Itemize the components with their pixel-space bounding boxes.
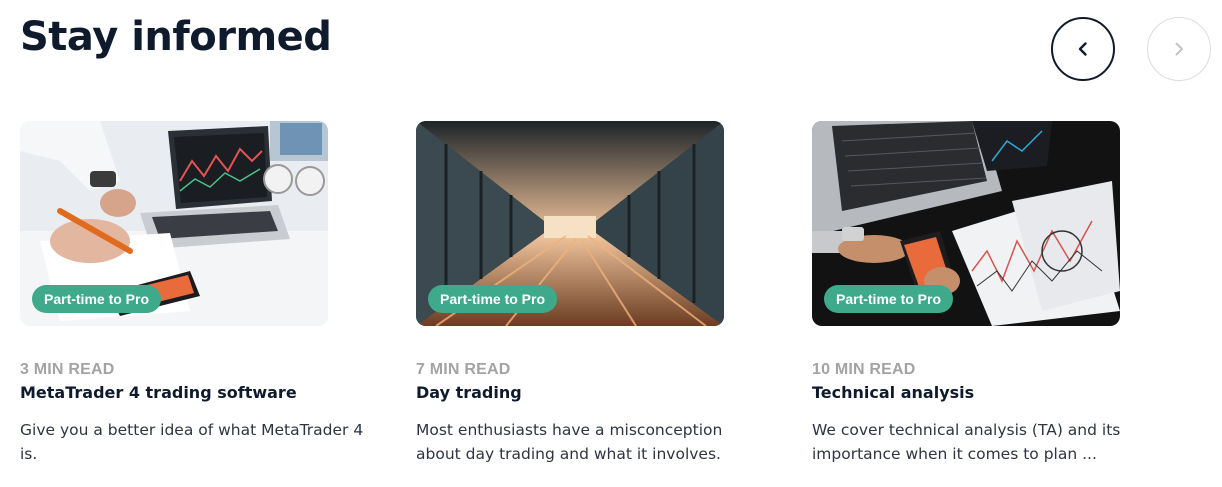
- category-tag[interactable]: Part-time to Pro: [32, 285, 162, 313]
- article-title[interactable]: Technical analysis: [812, 383, 1120, 402]
- article-title[interactable]: MetaTrader 4 trading software: [20, 383, 328, 402]
- article-thumbnail[interactable]: Part-time to Pro: [812, 121, 1120, 326]
- article-description: We cover technical analysis (TA) and its…: [812, 421, 1121, 463]
- read-time: 3 MIN READ: [20, 361, 115, 378]
- article-card-metatrader[interactable]: Part-time to Pro 3 MIN READ MetaTrader 4…: [20, 121, 363, 466]
- article-description: Most enthusiasts have a misconception ab…: [416, 421, 723, 463]
- carousel-prev-button[interactable]: [1051, 17, 1115, 81]
- page-title: Stay informed: [20, 14, 332, 60]
- article-title[interactable]: Day trading: [416, 383, 724, 402]
- article-card-technical-analysis[interactable]: Part-time to Pro 10 MIN READ Technical a…: [812, 121, 1120, 466]
- chevron-left-icon: [1078, 42, 1087, 56]
- chevron-right-icon: [1175, 42, 1183, 56]
- article-thumbnail[interactable]: Part-time to Pro: [416, 121, 724, 326]
- article-description: Give you a better idea of what MetaTrade…: [20, 421, 364, 463]
- category-tag[interactable]: Part-time to Pro: [428, 285, 558, 313]
- category-tag[interactable]: Part-time to Pro: [824, 285, 954, 313]
- article-thumbnail[interactable]: Part-time to Pro: [20, 121, 328, 326]
- article-card-day-trading[interactable]: Part-time to Pro 7 MIN READ Day trading …: [416, 121, 724, 466]
- carousel-next-button[interactable]: [1147, 17, 1211, 81]
- read-time: 7 MIN READ: [416, 361, 511, 378]
- read-time: 10 MIN READ: [812, 361, 916, 378]
